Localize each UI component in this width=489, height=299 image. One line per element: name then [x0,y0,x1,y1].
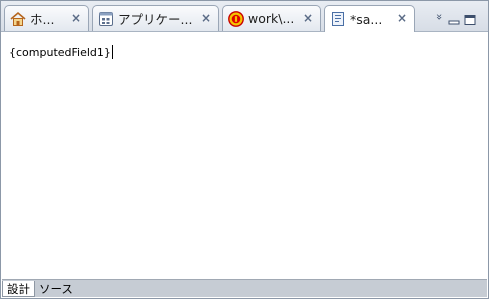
tab-work-close-icon[interactable]: × [302,12,314,24]
computed-field[interactable]: {computedField1} [9,45,113,59]
tab-application[interactable]: アプリケー... × [92,5,219,31]
tab-home-close-icon[interactable]: × [70,12,82,24]
sii-logo-icon [228,10,244,27]
tab-work-label: work\... [248,11,295,26]
tab-sa-label: *sa... [350,11,383,27]
tab-source[interactable]: ソース [35,281,77,297]
editor-window: ホ... × アプリケー... × work\... × *sa... × » … [0,0,489,299]
tab-sa-close-icon[interactable]: × [396,12,408,24]
tab-home[interactable]: ホ... × [4,5,89,31]
editor-tab-bar: ホ... × アプリケー... × work\... × *sa... × » [1,1,488,32]
form-design-canvas[interactable]: {computedField1} [2,32,487,280]
computed-field-label: {computedField1} [9,45,111,59]
tab-sa-active[interactable]: *sa... × [324,5,415,32]
editor-mode-tabs: 設計 ソース [2,279,487,297]
tab-application-label: アプリケー... [118,12,193,27]
minimize-icon[interactable] [448,11,460,25]
view-controls: » [433,10,476,25]
tab-work[interactable]: work\... × [222,5,321,31]
tab-home-label: ホ... [30,12,55,27]
tab-overflow-chevron-icon[interactable]: » [433,12,446,22]
tab-design[interactable]: 設計 [2,281,35,297]
tab-application-close-icon[interactable]: × [200,12,212,24]
maximize-icon[interactable] [464,11,476,25]
text-caret [111,45,113,59]
application-icon [98,11,114,27]
home-icon [10,11,26,27]
form-document-icon [330,11,346,27]
